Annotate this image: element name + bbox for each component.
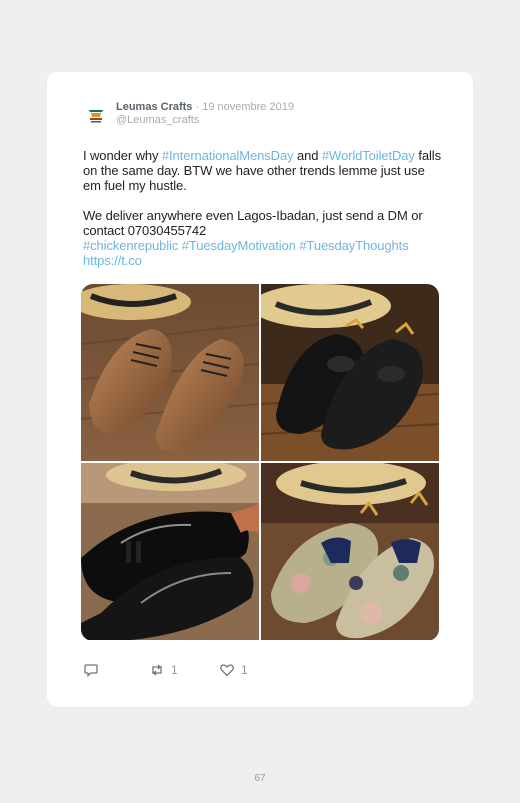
- tweet-card: Leumas Crafts · 19 novembre 2019 @Leumas…: [47, 72, 473, 707]
- hashtag-tuesday-thoughts[interactable]: #TuesdayThoughts: [299, 238, 408, 253]
- retweet-count: 1: [171, 663, 178, 677]
- text-segment: I wonder why: [83, 148, 162, 163]
- retweet-icon: [152, 664, 162, 676]
- photo-patent-tassel-loafers[interactable]: [81, 463, 259, 640]
- avatar[interactable]: [85, 103, 107, 125]
- hashtag-chicken-republic[interactable]: #chickenrepublic: [83, 238, 178, 253]
- tweet-date[interactable]: 19 novembre 2019: [202, 101, 294, 113]
- reply-button[interactable]: [83, 662, 99, 678]
- heart-icon: [220, 664, 234, 677]
- author-handle[interactable]: @Leumas_crafts: [116, 114, 294, 127]
- text-segment: and: [293, 148, 322, 163]
- like-button[interactable]: 1: [219, 662, 248, 678]
- retweet-button[interactable]: 1: [149, 662, 178, 678]
- hashtag-tuesday-motivation[interactable]: #TuesdayMotivation: [182, 238, 296, 253]
- page-number: 67: [254, 773, 266, 784]
- separator: ·: [192, 101, 203, 113]
- tweet-link[interactable]: https://t.co: [83, 253, 142, 268]
- reply-icon: [84, 664, 98, 677]
- author-name[interactable]: Leumas Crafts: [116, 101, 192, 113]
- photo-black-brogue-loafers[interactable]: [261, 284, 439, 461]
- hashtag-world-toilet-day[interactable]: #WorldToiletDay: [322, 148, 415, 163]
- photo-floral-tassel-loafers[interactable]: [261, 463, 439, 640]
- tweet-text: I wonder why #InternationalMensDay and #…: [83, 148, 443, 268]
- hashtag-international-mens-day[interactable]: #InternationalMensDay: [162, 148, 294, 163]
- photo-tan-derby-shoes[interactable]: [81, 284, 259, 461]
- photo-grid: [81, 284, 439, 641]
- tweet-paragraph-2: We deliver anywhere even Lagos-Ibadan, j…: [83, 208, 443, 268]
- tweet-header: Leumas Crafts · 19 novembre 2019 @Leumas…: [116, 101, 294, 127]
- tweet-paragraph-1: I wonder why #InternationalMensDay and #…: [83, 148, 443, 193]
- text-segment: We deliver anywhere even Lagos-Ibadan, j…: [83, 208, 423, 238]
- like-count: 1: [241, 663, 248, 677]
